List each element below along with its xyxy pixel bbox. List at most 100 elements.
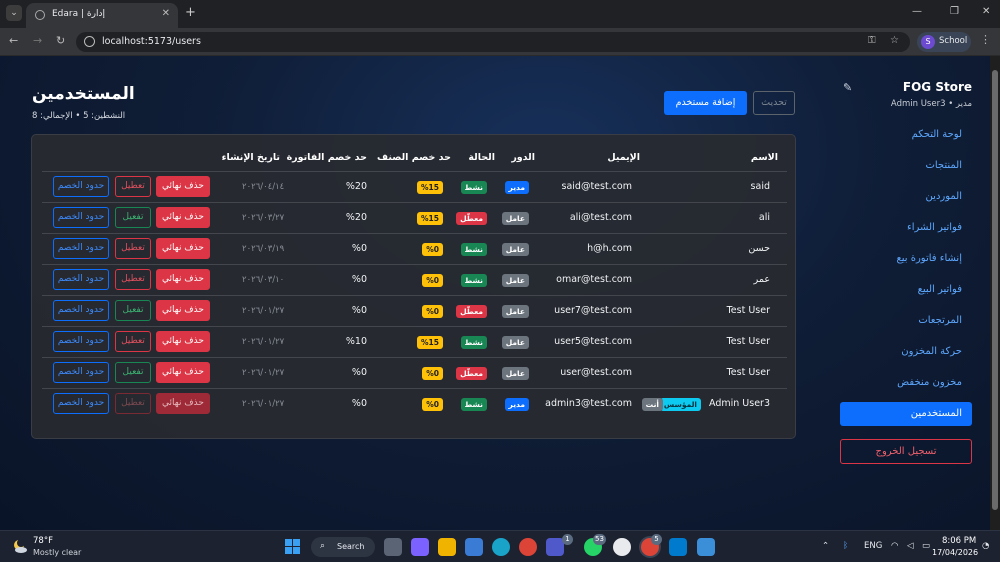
discount-limits-button[interactable]: حدود الخصم — [53, 269, 109, 290]
password-key-icon[interactable]: ⚿ — [868, 35, 876, 46]
teams-badge: 1 — [562, 534, 573, 545]
clock-time[interactable]: 8:06 PM — [942, 536, 976, 546]
role-badge: عامل — [501, 305, 529, 318]
url-text[interactable]: localhost:5173/users — [102, 36, 201, 47]
address-bar[interactable]: localhost:5173/users ⚿ ☆ — [76, 32, 910, 52]
browser-tab[interactable]: Edara | إدارة ✕ — [26, 3, 178, 28]
forward-icon[interactable]: → — [33, 34, 42, 47]
sidebar-item[interactable]: فواتير البيع — [840, 278, 972, 302]
discount-limits-button[interactable]: حدود الخصم — [53, 331, 109, 352]
sidebar-item[interactable]: الموردين — [840, 185, 972, 209]
table-row: Test User user7@test.com عامل معطّل %0 %0 ٢٠٢٦… — [42, 295, 787, 326]
disable-user-button[interactable]: تعطيل — [115, 269, 151, 290]
item-discount-badge: %0 — [422, 243, 443, 256]
chrome-icon[interactable] — [519, 538, 537, 556]
browser-toolbar: ← → ↻ localhost:5173/users ⚿ ☆ S School … — [0, 28, 1000, 56]
scrollbar-thumb[interactable] — [992, 70, 998, 510]
discount-limits-button[interactable]: حدود الخصم — [53, 393, 109, 414]
delete-user-button[interactable]: حذف نهائي — [156, 331, 210, 352]
new-tab-icon[interactable]: + — [185, 5, 196, 20]
tab-search-icon[interactable]: ⌄ — [6, 5, 22, 21]
sidebar-item[interactable]: المستخدمين — [840, 402, 972, 426]
edge-icon[interactable] — [492, 538, 510, 556]
task-view-icon[interactable] — [384, 538, 402, 556]
disable-user-button[interactable]: تعطيل — [115, 176, 151, 197]
close-tab-icon[interactable]: ✕ — [162, 8, 170, 19]
enable-user-button[interactable]: تفعيل — [115, 300, 151, 321]
enable-user-button[interactable]: تفعيل — [115, 207, 151, 228]
enable-user-button[interactable]: تفعيل — [115, 362, 151, 383]
file-explorer-icon[interactable] — [438, 538, 456, 556]
add-user-button[interactable]: إضافة مستخدم — [664, 91, 747, 115]
delete-user-button[interactable]: حذف نهائي — [156, 393, 210, 414]
minimize-icon[interactable]: — — [912, 6, 922, 17]
table-row: Test User user@test.com عامل معطّل %0 %0 ٢٠٢٦/… — [42, 357, 787, 388]
page-scrollbar[interactable] — [990, 56, 1000, 530]
wifi-icon[interactable]: ◠ — [891, 541, 898, 551]
sidebar-item[interactable]: فواتير الشراء — [840, 216, 972, 240]
discount-limits-button[interactable]: حدود الخصم — [53, 207, 109, 228]
created-at-value: ٢٠٢٦/٠٣/١٠ — [242, 275, 285, 285]
refresh-button[interactable]: تحديث — [753, 91, 795, 115]
reload-icon[interactable]: ↻ — [56, 34, 65, 47]
delete-user-button[interactable]: حذف نهائي — [156, 176, 210, 197]
disable-user-button[interactable]: تعطيل — [115, 331, 151, 352]
disable-user-button[interactable]: تعطيل — [115, 393, 151, 414]
discount-limits-button[interactable]: حدود الخصم — [53, 362, 109, 383]
volume-icon[interactable]: ◁ — [907, 541, 914, 551]
chatgpt-icon[interactable] — [613, 538, 631, 556]
notifications-icon[interactable]: ◔ — [982, 541, 989, 551]
battery-icon[interactable]: ▭ — [922, 541, 930, 551]
windows-start-icon[interactable] — [285, 539, 301, 555]
user-email: user5@test.com — [554, 336, 632, 347]
copilot-icon[interactable] — [411, 538, 429, 556]
delete-user-button[interactable]: حذف نهائي — [156, 362, 210, 383]
tray-overflow-icon[interactable]: ⌃ — [822, 541, 829, 551]
item-discount-badge: %15 — [417, 181, 443, 194]
site-info-icon[interactable] — [84, 36, 95, 47]
profile-button[interactable]: S School — [917, 32, 971, 52]
clock-date[interactable]: 17/04/2026 — [932, 548, 978, 557]
discount-limits-button[interactable]: حدود الخصم — [53, 300, 109, 321]
discount-limits-button[interactable]: حدود الخصم — [53, 176, 109, 197]
bluetooth-icon[interactable]: ᛒ — [843, 541, 848, 551]
photos-icon[interactable] — [697, 538, 715, 556]
column-header-item-discount: حد خصم الصنف — [377, 152, 451, 163]
logout-button[interactable]: تسجيل الخروج — [840, 439, 972, 464]
table-row: عمر omar@test.com عامل نشط %0 %0 ٢٠٢٦/٠٣/١٠ حذف… — [42, 264, 787, 295]
item-discount-badge: %0 — [422, 367, 443, 380]
column-header-role: الدور — [511, 152, 535, 163]
browser-menu-icon[interactable]: ⋮ — [980, 33, 991, 46]
sidebar-item[interactable]: المرتجعات — [840, 309, 972, 333]
delete-user-button[interactable]: حذف نهائي — [156, 300, 210, 321]
table-row: حسن h@h.com عامل نشط %0 %0 ٢٠٢٦/٠٣/١٩ حذف نهائي… — [42, 233, 787, 264]
store-icon[interactable] — [465, 538, 483, 556]
role-badge: عامل — [501, 336, 529, 349]
taskbar-search[interactable]: ⌕ Search — [311, 537, 375, 557]
vscode-icon[interactable] — [669, 538, 687, 556]
language-indicator[interactable]: ENG — [864, 541, 882, 551]
bookmark-star-icon[interactable]: ☆ — [890, 35, 899, 46]
sidebar-item[interactable]: المنتجات — [840, 154, 972, 178]
restore-icon[interactable]: ❐ — [950, 6, 959, 17]
edit-icon[interactable]: ✎ — [843, 81, 852, 94]
weather-moon-icon[interactable] — [12, 538, 28, 554]
window-close-icon[interactable]: ✕ — [982, 6, 990, 17]
invoice-discount-value: %0 — [351, 243, 367, 254]
sidebar-item[interactable]: مخزون منخفض — [840, 371, 972, 395]
sidebar-item[interactable]: إنشاء فاتورة بيع — [840, 247, 972, 271]
page-viewport: ✎ FOG Store Admin User3 • مدير لوحة التح… — [0, 56, 990, 530]
delete-user-button[interactable]: حذف نهائي — [156, 207, 210, 228]
delete-user-button[interactable]: حذف نهائي — [156, 269, 210, 290]
column-header-email: الإيميل — [607, 152, 640, 163]
user-name: said — [750, 181, 770, 192]
discount-limits-button[interactable]: حدود الخصم — [53, 238, 109, 259]
disable-user-button[interactable]: تعطيل — [115, 238, 151, 259]
store-name: FOG Store — [902, 80, 972, 94]
sidebar-item[interactable]: لوحة التحكم — [840, 123, 972, 147]
back-icon[interactable]: ← — [9, 34, 18, 47]
delete-user-button[interactable]: حذف نهائي — [156, 238, 210, 259]
browser-tab-bar: ⌄ Edara | إدارة ✕ + — ❐ ✕ — [0, 0, 1000, 28]
invoice-discount-value: %0 — [351, 274, 367, 285]
sidebar-item[interactable]: حركة المخزون — [840, 340, 972, 364]
